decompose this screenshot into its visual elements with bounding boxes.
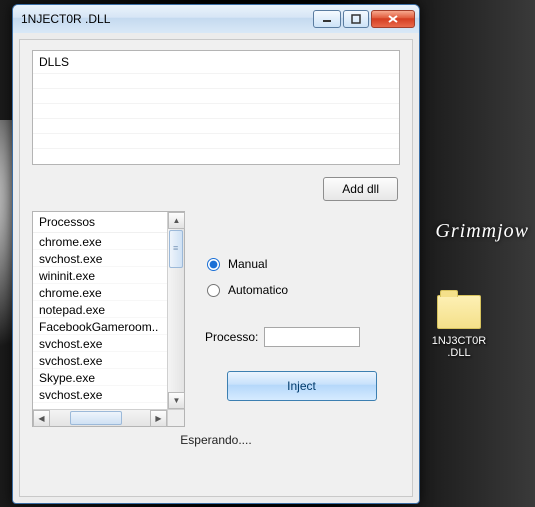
list-item[interactable]: chrome.exe: [33, 284, 184, 301]
scrollbar-corner: [167, 409, 184, 426]
mode-automatico-label: Automatico: [228, 283, 288, 297]
mode-manual-radio[interactable]: [207, 258, 220, 271]
wallpaper-watermark: Grimmjow: [435, 220, 529, 243]
list-item[interactable]: chrome.exe: [33, 233, 184, 250]
scroll-left-button[interactable]: ◀: [33, 410, 50, 427]
status-text: Esperando....: [32, 433, 400, 447]
list-item[interactable]: svchost.exe: [33, 335, 184, 352]
list-item[interactable]: Skype.exe: [33, 369, 184, 386]
maximize-button[interactable]: [343, 10, 369, 28]
dlls-header: DLLS: [33, 51, 399, 73]
process-field-label: Processo:: [205, 330, 258, 344]
vertical-scroll-track[interactable]: [168, 269, 184, 392]
scroll-up-button[interactable]: ▲: [168, 212, 185, 229]
desktop-folder-label: 1NJ3CT0R .DLL: [419, 335, 499, 359]
add-dll-button[interactable]: Add dll: [323, 177, 398, 201]
client-area: DLLS Add dll Processos chrome.exe svchos…: [19, 39, 413, 497]
mode-manual-option[interactable]: Manual: [207, 257, 400, 271]
scroll-right-button[interactable]: ▶: [150, 410, 167, 427]
vertical-scrollbar[interactable]: ▲ ▼: [167, 212, 184, 409]
inject-button[interactable]: Inject: [227, 371, 377, 401]
process-listbox[interactable]: Processos chrome.exe svchost.exe wininit…: [32, 211, 185, 427]
close-button[interactable]: [371, 10, 415, 28]
mode-manual-label: Manual: [228, 257, 267, 271]
list-item[interactable]: svchost.exe: [33, 386, 184, 403]
injector-window: 1NJECT0R .DLL DLLS Add dll Processos chr…: [12, 4, 420, 504]
list-item[interactable]: svchost.exe: [33, 250, 184, 267]
minimize-icon: [322, 14, 332, 24]
process-list-header: Processos: [33, 212, 184, 233]
maximize-icon: [351, 14, 361, 24]
titlebar[interactable]: 1NJECT0R .DLL: [13, 5, 419, 33]
dlls-listbox[interactable]: DLLS: [32, 50, 400, 165]
minimize-button[interactable]: [313, 10, 341, 28]
scroll-down-button[interactable]: ▼: [168, 392, 185, 409]
mode-automatico-option[interactable]: Automatico: [207, 283, 400, 297]
list-item[interactable]: FacebookGameroom..: [33, 318, 184, 335]
folder-icon: [437, 295, 481, 329]
horizontal-scroll-track[interactable]: [50, 410, 150, 426]
close-icon: [387, 14, 399, 24]
process-input[interactable]: [264, 327, 360, 347]
list-item[interactable]: wininit.exe: [33, 267, 184, 284]
options-column: Manual Automatico Processo: Inject: [203, 211, 400, 427]
dlls-empty-lines: [33, 73, 399, 164]
horizontal-scrollbar[interactable]: ◀ ▶: [33, 409, 167, 426]
mode-automatico-radio[interactable]: [207, 284, 220, 297]
list-item[interactable]: svchost.exe: [33, 352, 184, 369]
process-list[interactable]: chrome.exe svchost.exe wininit.exe chrom…: [33, 233, 184, 426]
vertical-scroll-thumb[interactable]: [169, 230, 183, 268]
list-item[interactable]: notepad.exe: [33, 301, 184, 318]
window-title: 1NJECT0R .DLL: [21, 12, 311, 26]
horizontal-scroll-thumb[interactable]: [70, 411, 122, 425]
desktop-folder-icon[interactable]: 1NJ3CT0R .DLL: [419, 295, 499, 359]
